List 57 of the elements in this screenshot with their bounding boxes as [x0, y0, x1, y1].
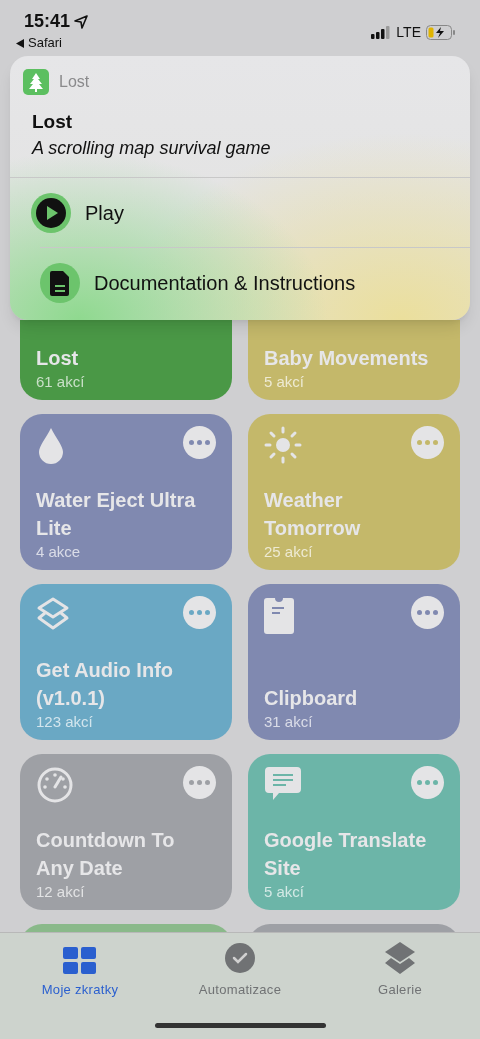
- layers-icon: [36, 596, 70, 632]
- drop-icon: [36, 426, 66, 464]
- action-count: 61 akcí: [36, 372, 86, 392]
- back-icon: [16, 38, 24, 48]
- tab[interactable]: Automatizace: [160, 941, 320, 1000]
- shortcut-title: Weather Tomorrow: [264, 488, 362, 541]
- action-count: 4 akce: [36, 542, 82, 562]
- shortcut-title: Google Translate Site: [264, 828, 428, 881]
- action-count: 31 akcí: [264, 712, 314, 732]
- more-button[interactable]: [183, 766, 216, 799]
- action-count: 123 akcí: [36, 712, 94, 732]
- action-item[interactable]: Documentation & Instructions: [40, 248, 470, 317]
- gauge-icon: [36, 766, 74, 804]
- shortcut-card[interactable]: Weather Tomorrow 25 akcí: [248, 414, 460, 570]
- more-button[interactable]: [411, 426, 444, 459]
- shortcut-card[interactable]: Clipboard 31 akcí: [248, 584, 460, 740]
- shortcut-card[interactable]: Get Audio Info (v1.0.1) 123 akcí: [20, 584, 232, 740]
- sun-icon: [264, 426, 302, 464]
- more-button[interactable]: [411, 766, 444, 799]
- document-icon: [40, 262, 80, 303]
- layers-icon: [384, 941, 416, 975]
- shortcut-title: Get Audio Info (v1.0.1): [36, 658, 174, 711]
- battery-icon: [426, 25, 456, 40]
- network-label: LTE: [396, 23, 421, 42]
- action-count: 5 akcí: [264, 372, 306, 392]
- tab[interactable]: Galerie: [320, 941, 480, 1000]
- tab[interactable]: Moje zkratky: [0, 941, 160, 1000]
- shortcut-description: A scrolling map survival game: [32, 137, 272, 160]
- message-icon: [264, 766, 302, 802]
- shortcut-card[interactable]: Google Translate Site 5 akcí: [248, 754, 460, 910]
- more-button[interactable]: [411, 596, 444, 629]
- shortcut-title: Lost: [36, 346, 80, 371]
- shortcut-title: Water Eject Ultra Lite: [36, 488, 197, 541]
- clock-icon: [224, 943, 256, 975]
- clipboard-icon: [264, 596, 294, 634]
- shortcut-card[interactable]: Water Eject Ultra Lite 4 akce: [20, 414, 232, 570]
- grid-icon: [63, 947, 97, 975]
- location-icon: [74, 14, 89, 29]
- shortcut-title: Clipboard: [264, 686, 359, 711]
- shortcut-title: Baby Movements: [264, 346, 430, 371]
- shortcut-title: Countdown To Any Date: [36, 828, 176, 881]
- more-button[interactable]: [183, 596, 216, 629]
- shortcut-card[interactable]: Baby Movements 5 akcí: [248, 320, 460, 400]
- play-icon: [31, 192, 71, 233]
- action-count: 25 akcí: [264, 542, 314, 562]
- signal-icon: [371, 26, 392, 39]
- shortcut-card[interactable]: Countdown To Any Date 12 akcí: [20, 754, 232, 910]
- shortcut-card[interactable]: Lost 61 akcí: [20, 320, 232, 400]
- clock-time: 15:41: [24, 10, 71, 33]
- app-name: Lost: [59, 72, 90, 92]
- back-link[interactable]: Safari: [16, 35, 89, 51]
- more-button[interactable]: [183, 426, 216, 459]
- action-count: 5 akcí: [264, 882, 306, 902]
- shortcut-name: Lost: [32, 110, 74, 134]
- action-count: 12 akcí: [36, 882, 86, 902]
- action-item[interactable]: Play: [10, 178, 470, 247]
- tree-app-icon: [23, 69, 49, 95]
